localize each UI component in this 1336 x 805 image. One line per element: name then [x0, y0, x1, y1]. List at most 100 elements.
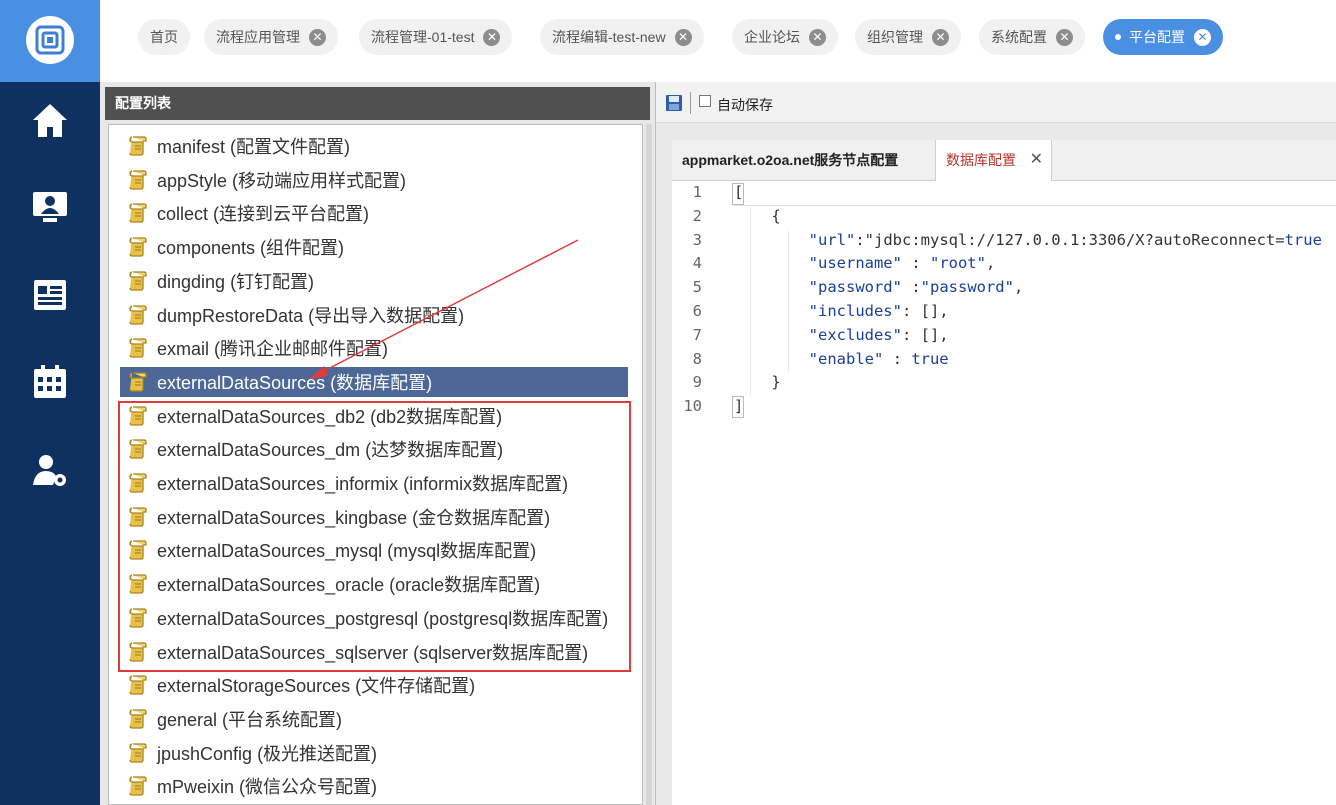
- line-number: 7: [692, 325, 702, 344]
- config-list-item[interactable]: externalDataSources_db2 (db2数据库配置): [120, 401, 628, 431]
- config-list-item[interactable]: externalDataSources_dm (达梦数据库配置): [120, 434, 628, 464]
- code-line: "url":"jdbc:mysql://127.0.0.1:3306/X?aut…: [808, 230, 1322, 249]
- tab-label: 系统配置: [991, 29, 1047, 45]
- config-list-item[interactable]: collect (连接到云平台配置): [120, 198, 628, 228]
- tab-label: 流程编辑-test-new: [552, 29, 666, 45]
- config-item-label: jpushConfig (极光推送配置): [157, 743, 378, 764]
- config-item-label: dumpRestoreData (导出导入数据配置): [157, 305, 465, 326]
- config-list-item[interactable]: externalDataSources (数据库配置): [120, 366, 628, 397]
- tab-label: 数据库配置: [946, 152, 1016, 168]
- autosave-label: 自动保存: [717, 97, 773, 113]
- desktop-user-icon[interactable]: [28, 185, 72, 229]
- tab-process-edit[interactable]: 流程编辑-test-new ✕: [540, 19, 704, 55]
- config-item-label: general (平台系统配置): [157, 709, 343, 730]
- close-icon[interactable]: ✕: [483, 28, 501, 46]
- active-line-border: [734, 205, 1336, 206]
- config-list-item[interactable]: dumpRestoreData (导出导入数据配置): [120, 300, 628, 330]
- config-list-item[interactable]: externalDataSources_oracle (oracle数据库配置): [120, 569, 628, 599]
- o2oa-logo-icon[interactable]: [26, 16, 74, 64]
- news-icon[interactable]: [28, 273, 72, 317]
- config-item-label: externalDataSources (数据库配置): [157, 372, 433, 393]
- editor-tab-bar: appmarket.o2oa.net服务节点配置 数据库配置 ✕: [672, 140, 1336, 181]
- tab-label: 平台配置: [1129, 29, 1185, 45]
- tab-label: 组织管理: [867, 29, 923, 45]
- line-number: 4: [692, 254, 702, 273]
- calendar-icon[interactable]: [28, 360, 72, 404]
- tab-database-config[interactable]: 数据库配置 ✕: [936, 140, 1052, 181]
- scroll-icon: [128, 371, 148, 393]
- config-list-item[interactable]: mPweixin (微信公众号配置): [120, 771, 628, 801]
- scroll-icon: [128, 337, 148, 359]
- tab-label: 流程管理-01-test: [371, 29, 475, 45]
- scroll-icon: [128, 304, 148, 326]
- config-list-item[interactable]: appStyle (移动端应用样式配置): [120, 165, 628, 195]
- scroll-icon: [128, 573, 148, 595]
- panel-title: 配置列表: [105, 87, 650, 120]
- scrollbar[interactable]: [646, 124, 652, 805]
- code-content[interactable]: 1 2 3 4 5 6 7 8 9 10 [ { "url":"jdbc:mysql://127.0…: [672, 181, 1336, 805]
- editor-toolbar: 自动保存: [656, 82, 1336, 123]
- autosave-checkbox[interactable]: [699, 95, 711, 107]
- home-icon[interactable]: [28, 98, 72, 142]
- tab-forum[interactable]: 企业论坛 ✕: [732, 19, 838, 55]
- tab-process-app-management[interactable]: 流程应用管理 ✕: [204, 19, 338, 55]
- scroll-icon: [128, 169, 148, 191]
- line-number: 9: [692, 373, 702, 392]
- code-line: [: [734, 183, 744, 201]
- config-list-item[interactable]: externalDataSources_informix (informix数据…: [120, 468, 628, 498]
- config-item-label: externalDataSources_dm (达梦数据库配置): [157, 440, 504, 461]
- code-line: "username" : "root",: [808, 254, 996, 273]
- code-line: "password" :"password",: [808, 278, 1024, 297]
- save-icon[interactable]: [665, 94, 683, 112]
- config-item-label: components (组件配置): [157, 238, 345, 259]
- tab-label: 企业论坛: [744, 29, 800, 45]
- config-list-item[interactable]: externalDataSources_postgresql (postgres…: [120, 603, 628, 633]
- close-icon[interactable]: ✕: [1194, 28, 1211, 46]
- code-editor: appmarket.o2oa.net服务节点配置 数据库配置 ✕ 1 2 3 4 5 6 7…: [672, 140, 1336, 805]
- tab-home[interactable]: 首页: [138, 19, 190, 55]
- config-list-item[interactable]: general (平台系统配置): [120, 704, 628, 734]
- editor-panel: 自动保存 appmarket.o2oa.net服务节点配置 数据库配置 ✕ 1 2…: [656, 82, 1336, 805]
- code-line: "includes": [],: [808, 302, 949, 320]
- line-number: 10: [683, 397, 702, 416]
- tab-process-management[interactable]: 流程管理-01-test ✕: [359, 19, 513, 55]
- close-icon[interactable]: ✕: [1030, 140, 1043, 180]
- tab-label: 流程应用管理: [216, 29, 300, 45]
- tab-label: appmarket.o2oa.net服务节点配置: [682, 152, 899, 168]
- config-item-label: externalDataSources_kingbase (金仓数据库配置): [157, 507, 551, 528]
- config-list-item[interactable]: externalDataSources_kingbase (金仓数据库配置): [120, 502, 628, 532]
- close-icon[interactable]: ✕: [309, 28, 326, 46]
- config-list-item[interactable]: manifest (配置文件配置): [120, 131, 628, 161]
- line-number: 3: [692, 230, 702, 249]
- tab-system-config[interactable]: 系统配置 ✕: [979, 19, 1085, 55]
- tab-label: 首页: [150, 29, 178, 45]
- config-item-label: externalDataSources_db2 (db2数据库配置): [157, 406, 503, 427]
- config-item-label: appStyle (移动端应用样式配置): [157, 170, 407, 191]
- tab-platform-config[interactable]: 平台配置 ✕: [1103, 19, 1223, 55]
- config-list-item[interactable]: externalDataSources_sqlserver (sqlserver…: [120, 637, 628, 667]
- scroll-icon: [128, 270, 148, 292]
- code-line: {: [734, 206, 781, 225]
- close-icon[interactable]: ✕: [674, 28, 692, 46]
- config-list-item[interactable]: components (组件配置): [120, 232, 628, 262]
- top-tab-bar: 首页 流程应用管理 ✕ 流程管理-01-test ✕ 流程编辑-test-new…: [100, 0, 1336, 82]
- line-number: 6: [692, 302, 702, 320]
- tab-appmarket-config[interactable]: appmarket.o2oa.net服务节点配置: [672, 140, 936, 180]
- line-number: 1: [692, 183, 702, 201]
- user-settings-icon[interactable]: [28, 448, 72, 492]
- close-icon[interactable]: ✕: [1056, 28, 1073, 46]
- scroll-icon: [128, 506, 148, 528]
- config-list-item[interactable]: externalDataSources_mysql (mysql数据库配置): [120, 535, 628, 565]
- config-list-item[interactable]: jpushConfig (极光推送配置): [120, 738, 628, 768]
- code-line: }: [734, 373, 781, 392]
- tab-org-management[interactable]: 组织管理 ✕: [855, 19, 961, 55]
- close-icon[interactable]: ✕: [932, 28, 949, 46]
- line-number: 5: [692, 278, 702, 297]
- close-icon[interactable]: ✕: [809, 28, 826, 46]
- logo-area[interactable]: [0, 0, 100, 82]
- scroll-icon: [128, 236, 148, 258]
- config-list-item[interactable]: externalStorageSources (文件存储配置): [120, 670, 628, 700]
- config-list-item[interactable]: dingding (钉钉配置): [120, 266, 628, 296]
- scroll-icon: [128, 539, 148, 561]
- config-list-item[interactable]: exmail (腾讯企业邮邮件配置): [120, 333, 628, 363]
